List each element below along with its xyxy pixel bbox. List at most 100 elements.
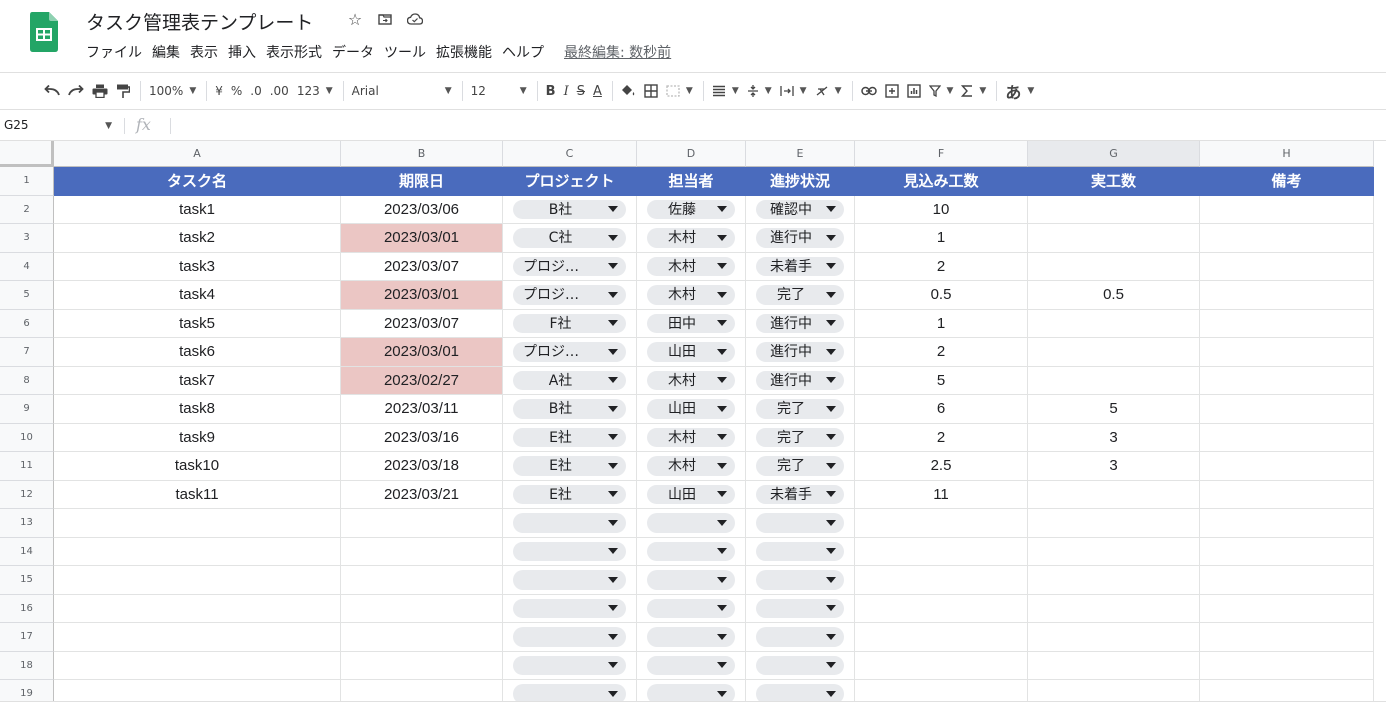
cell-task[interactable]: task7: [54, 366, 341, 395]
menu-view[interactable]: 表示: [190, 42, 218, 62]
dropdown-chip-status[interactable]: 進行中: [756, 228, 844, 248]
dropdown-chip-project[interactable]: [513, 570, 626, 590]
cell-status[interactable]: [746, 651, 855, 680]
table-header-cell[interactable]: 実工数: [1028, 167, 1200, 196]
cell-due[interactable]: 2023/03/16: [341, 423, 503, 452]
dropdown-chip-owner[interactable]: 木村: [647, 256, 735, 276]
functions-icon[interactable]: ▼: [961, 78, 986, 104]
cell-owner[interactable]: [637, 509, 746, 538]
insert-link-icon[interactable]: [860, 78, 877, 104]
column-header-f[interactable]: F: [855, 141, 1028, 167]
cell-status[interactable]: 進行中: [746, 338, 855, 367]
cell-owner[interactable]: [637, 651, 746, 680]
cell-status[interactable]: 進行中: [746, 224, 855, 253]
cell-project[interactable]: [503, 566, 637, 595]
cell-owner[interactable]: [637, 537, 746, 566]
document-title[interactable]: タスク管理表テンプレート: [86, 8, 313, 35]
dropdown-chip-owner[interactable]: 山田: [647, 484, 735, 504]
merge-cells-icon[interactable]: ▼: [666, 78, 693, 104]
dropdown-chip-owner[interactable]: [647, 684, 735, 701]
more-formats-button[interactable]: 123 ▼: [297, 78, 333, 104]
dropdown-arrow-icon[interactable]: [826, 434, 836, 441]
cell-status[interactable]: 完了: [746, 395, 855, 424]
currency-format-button[interactable]: ¥: [215, 78, 223, 104]
cell-task[interactable]: task10: [54, 452, 341, 481]
dropdown-chip-status[interactable]: [756, 570, 844, 590]
cell-est[interactable]: [855, 509, 1028, 538]
cell-actual[interactable]: [1028, 680, 1200, 701]
cell-task[interactable]: [54, 594, 341, 623]
cell-task[interactable]: task8: [54, 395, 341, 424]
dropdown-arrow-icon[interactable]: [826, 548, 836, 555]
cell-project[interactable]: [503, 623, 637, 652]
cell-est[interactable]: 5: [855, 366, 1028, 395]
dropdown-arrow-icon[interactable]: [608, 519, 618, 526]
cell-status[interactable]: [746, 566, 855, 595]
dropdown-arrow-icon[interactable]: [826, 348, 836, 355]
cell-status[interactable]: 未着手: [746, 480, 855, 509]
dropdown-chip-project[interactable]: E社: [513, 484, 626, 504]
dropdown-arrow-icon[interactable]: [717, 462, 727, 469]
dropdown-chip-project[interactable]: プロジ…: [513, 342, 626, 362]
cell-project[interactable]: [503, 537, 637, 566]
cell-due[interactable]: 2023/03/18: [341, 452, 503, 481]
zoom-select[interactable]: 100% ▼: [149, 78, 196, 104]
dropdown-chip-project[interactable]: プロジ…: [513, 256, 626, 276]
cell-actual[interactable]: [1028, 366, 1200, 395]
row-header[interactable]: 6: [0, 309, 54, 338]
cell-note[interactable]: [1200, 452, 1374, 481]
row-header[interactable]: 14: [0, 537, 54, 566]
dropdown-chip-status[interactable]: [756, 655, 844, 675]
dropdown-arrow-icon[interactable]: [717, 548, 727, 555]
cell-owner[interactable]: [637, 680, 746, 701]
dropdown-chip-owner[interactable]: 木村: [647, 456, 735, 476]
cell-note[interactable]: [1200, 651, 1374, 680]
cell-note[interactable]: [1200, 252, 1374, 281]
cell-owner[interactable]: 木村: [637, 281, 746, 310]
cell-note[interactable]: [1200, 623, 1374, 652]
column-header-c[interactable]: C: [503, 141, 637, 167]
cell-task[interactable]: task5: [54, 309, 341, 338]
cell-actual[interactable]: [1028, 309, 1200, 338]
cell-owner[interactable]: 木村: [637, 252, 746, 281]
cell-project[interactable]: B社: [503, 195, 637, 224]
dropdown-chip-owner[interactable]: 佐藤: [647, 199, 735, 219]
cell-due[interactable]: [341, 623, 503, 652]
cell-note[interactable]: [1200, 537, 1374, 566]
cell-owner[interactable]: 佐藤: [637, 195, 746, 224]
dropdown-arrow-icon[interactable]: [608, 206, 618, 213]
cell-status[interactable]: [746, 594, 855, 623]
text-color-button[interactable]: A: [593, 78, 602, 104]
cell-owner[interactable]: 山田: [637, 395, 746, 424]
dropdown-chip-owner[interactable]: 木村: [647, 370, 735, 390]
cell-project[interactable]: [503, 594, 637, 623]
cell-est[interactable]: [855, 594, 1028, 623]
name-box[interactable]: G25 ▼: [0, 111, 120, 140]
cell-actual[interactable]: 3: [1028, 452, 1200, 481]
cell-status[interactable]: 完了: [746, 281, 855, 310]
dropdown-arrow-icon[interactable]: [717, 576, 727, 583]
cell-task[interactable]: [54, 537, 341, 566]
cell-note[interactable]: [1200, 509, 1374, 538]
dropdown-arrow-icon[interactable]: [826, 519, 836, 526]
cell-task[interactable]: [54, 623, 341, 652]
vertical-align-icon[interactable]: ▼: [747, 78, 772, 104]
cell-task[interactable]: task1: [54, 195, 341, 224]
cell-note[interactable]: [1200, 395, 1374, 424]
move-to-folder-icon[interactable]: [376, 10, 394, 29]
cell-status[interactable]: [746, 509, 855, 538]
cell-owner[interactable]: 木村: [637, 423, 746, 452]
cell-due[interactable]: 2023/03/11: [341, 395, 503, 424]
cell-note[interactable]: [1200, 195, 1374, 224]
dropdown-arrow-icon[interactable]: [826, 605, 836, 612]
dropdown-chip-status[interactable]: [756, 513, 844, 533]
cell-project[interactable]: C社: [503, 224, 637, 253]
cell-due[interactable]: [341, 566, 503, 595]
cell-task[interactable]: task11: [54, 480, 341, 509]
dropdown-arrow-icon[interactable]: [826, 576, 836, 583]
print-icon[interactable]: [92, 78, 108, 104]
row-header[interactable]: 8: [0, 366, 54, 395]
dropdown-arrow-icon[interactable]: [717, 405, 727, 412]
cell-due[interactable]: 2023/03/07: [341, 252, 503, 281]
cell-est[interactable]: 10: [855, 195, 1028, 224]
